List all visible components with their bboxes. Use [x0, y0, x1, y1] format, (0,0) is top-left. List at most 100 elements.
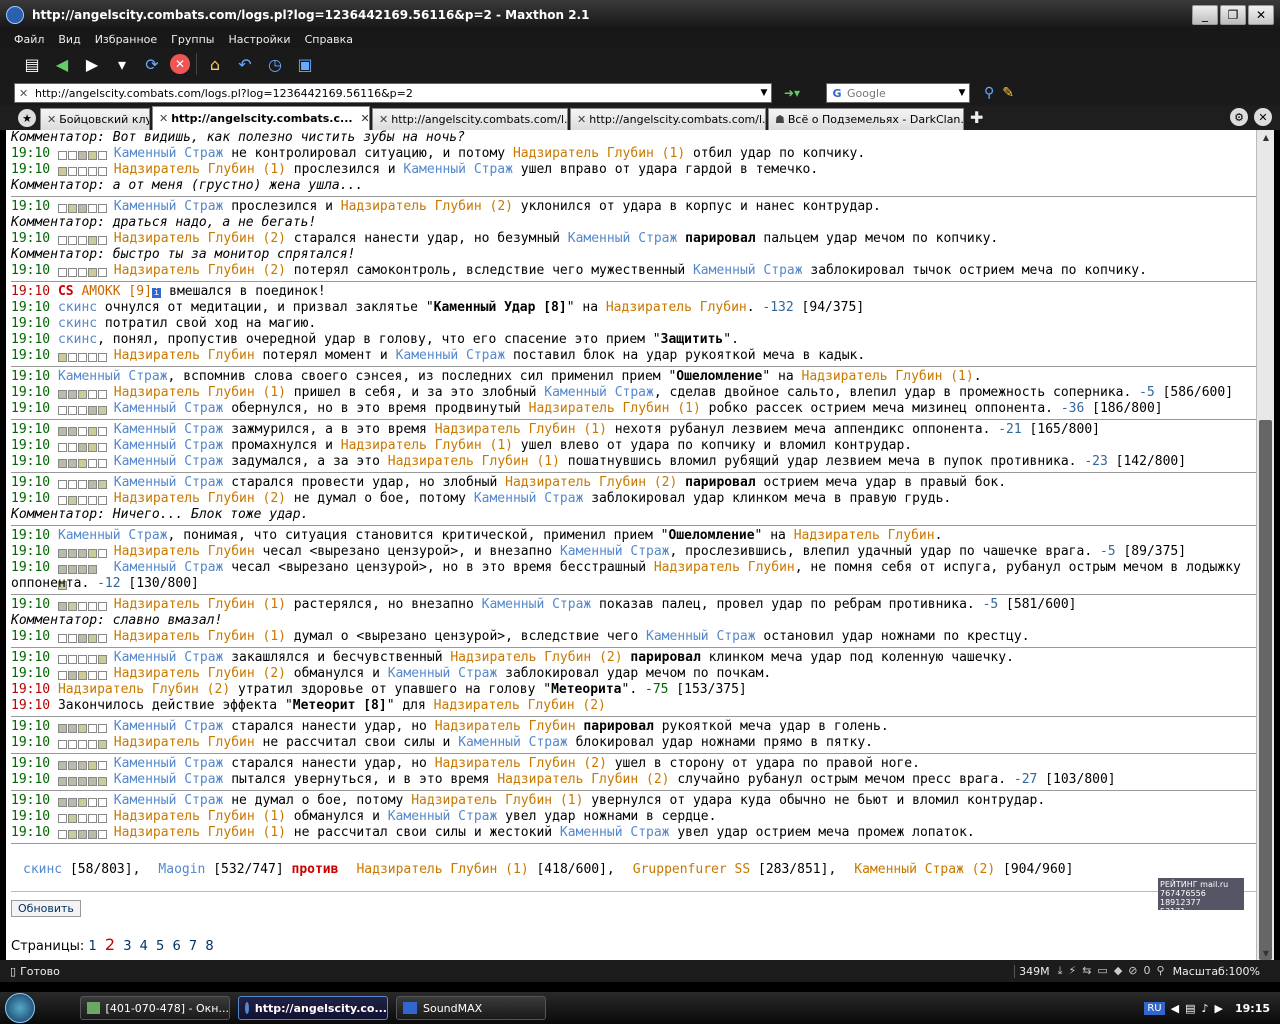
page-link[interactable]: 5 — [156, 939, 164, 954]
tab-fight-club[interactable]: ✕ Бойцовский клуб — [40, 108, 150, 130]
flash-icon[interactable]: ⚡ — [1068, 964, 1076, 978]
home-icon[interactable]: ⌂ — [203, 52, 227, 76]
tab-active-log[interactable]: ✕ http://angelscity.combats.c... ✕ — [152, 106, 370, 130]
close-button[interactable]: ✕ — [1248, 5, 1274, 25]
menu-favorites[interactable]: Избранное — [95, 33, 157, 46]
hit-zones-icon — [57, 234, 107, 245]
undo-icon[interactable]: ↶ — [233, 52, 257, 76]
start-button[interactable] — [0, 992, 40, 1024]
folder-icon[interactable]: ▭ — [1097, 964, 1107, 978]
search-box[interactable]: G Google ▼ — [826, 83, 970, 103]
scroll-up-icon[interactable]: ▲ — [1257, 130, 1275, 144]
hit-zones-icon — [57, 775, 107, 786]
log-line: 19:10 Каменный Страж закашлялся и бесчув… — [11, 650, 1014, 665]
taskbar: [401-070-478] - Окн... http://angelscity… — [0, 992, 1280, 1024]
page-link[interactable]: 4 — [140, 939, 148, 954]
page-link[interactable]: 1 — [88, 939, 96, 954]
enemy-link[interactable]: Каменный Страж (2) — [854, 862, 995, 877]
tray-arrow-icon[interactable]: ◀ — [1171, 1002, 1179, 1015]
stop-icon[interactable]: ✕ — [170, 54, 190, 74]
refresh-icon[interactable]: ⟳ — [140, 52, 164, 76]
menu-groups[interactable]: Группы — [171, 33, 214, 46]
zoom-level[interactable]: Масштаб:100% — [1173, 965, 1260, 978]
address-bar[interactable]: ✕ http://angelscity.combats.com/logs.pl?… — [14, 83, 772, 103]
tab-darkclan[interactable]: ☗ Всё о Подземельях - DarkClan.Ru — [768, 108, 964, 130]
download-icon[interactable]: ⤓ — [1058, 964, 1063, 978]
hit-zones-icon — [57, 669, 107, 680]
vertical-scrollbar[interactable]: ▲ ▼ — [1256, 130, 1274, 960]
log-line: 19:10 Надзиратель Глубин (1) не рассчита… — [11, 825, 975, 840]
history-icon[interactable]: ◷ — [263, 52, 287, 76]
memory-usage: 349M — [1014, 964, 1050, 978]
maximize-button[interactable]: ❐ — [1220, 5, 1246, 25]
forward-icon[interactable]: ▶ — [80, 52, 104, 76]
log-line: 19:10 Каменный Страж пытался увернуться,… — [11, 772, 1116, 787]
mailru-rating-counter[interactable]: РЕЙТИНГ mail.ru 767476556 18912377 53171 — [1158, 878, 1244, 916]
page-link[interactable]: 6 — [172, 939, 180, 954]
scroll-thumb[interactable] — [1259, 420, 1272, 960]
tab-favicon: ☗ — [775, 113, 785, 126]
screen-icon[interactable]: ▣ — [293, 52, 317, 76]
network-icon[interactable]: ⇆ — [1082, 964, 1091, 978]
tab-log-2[interactable]: ✕ http://angelscity.combats.com/l... — [372, 108, 568, 130]
favorites-tab-icon[interactable]: ★ — [18, 109, 36, 127]
new-tab-icon[interactable]: ✚ — [970, 108, 983, 127]
close-tab-icon[interactable]: ✕ — [1254, 108, 1272, 126]
hit-zones-icon — [57, 351, 107, 362]
scroll-down-icon[interactable]: ▼ — [1257, 946, 1275, 960]
refresh-button[interactable]: Обновить — [11, 900, 81, 917]
search-dropdown-icon[interactable]: ▼ — [955, 88, 969, 98]
status-text: Готово — [20, 964, 60, 978]
go-icon[interactable]: ➜▾ — [784, 83, 812, 103]
enemy-link[interactable]: Gruppenfurer SS — [633, 862, 750, 877]
dropdown-icon[interactable]: ▾ — [110, 52, 134, 76]
tray-media-icon[interactable]: ▶ — [1215, 1002, 1223, 1015]
plugin-icon[interactable]: ◆ — [1114, 964, 1122, 978]
status-bar: ▯ Готово 349M ⤓ ⚡ ⇆ ▭ ◆ ⊘ 0 ⚲ Масштаб:10… — [0, 960, 1280, 982]
popup-blocker-icon[interactable]: ⊘ — [1128, 964, 1137, 978]
team-member-link[interactable]: Maogin — [158, 862, 205, 877]
page-link[interactable]: 3 — [123, 939, 131, 954]
hit-zones-icon — [57, 759, 107, 770]
log-line: 19:10 скинс очнулся от медитации, и приз… — [11, 300, 865, 315]
hit-zones-icon — [57, 738, 107, 749]
enemy-link[interactable]: Надзиратель Глубин (1) — [356, 862, 528, 877]
back-icon[interactable]: ◀ — [50, 52, 74, 76]
tray-volume-icon[interactable]: ♪ — [1201, 1002, 1208, 1015]
language-indicator[interactable]: RU — [1144, 1001, 1165, 1015]
menu-help[interactable]: Справка — [305, 33, 353, 46]
menu-file[interactable]: Файл — [14, 33, 44, 46]
taskbar-item-browser[interactable]: http://angelscity.co... — [238, 996, 388, 1020]
taskbar-item-chat[interactable]: [401-070-478] - Окн... — [80, 996, 230, 1020]
address-text: http://angelscity.combats.com/logs.pl?lo… — [35, 86, 413, 100]
menu-view[interactable]: Вид — [58, 33, 80, 46]
hit-zones-icon — [57, 547, 107, 558]
menu-settings[interactable]: Настройки — [228, 33, 290, 46]
log-line: 19:10 Каменный Страж прослезился и Надзи… — [11, 199, 881, 214]
title-bar: http://angelscity.combats.com/logs.pl?lo… — [0, 0, 1280, 30]
new-page-icon[interactable]: ▤ — [20, 52, 44, 76]
commentator-line: Комментатор: славно вмазал! — [11, 613, 223, 628]
soundmax-icon — [403, 1002, 417, 1014]
log-line: 19:10 Надзиратель Глубин (2) старался на… — [11, 231, 999, 246]
log-line: 19:10 Надзиратель Глубин (2) обманулся и… — [11, 666, 772, 681]
log-line: 19:10 Надзиратель Глубин не рассчитал св… — [11, 735, 874, 750]
search-icon[interactable]: ⚲ — [984, 85, 994, 101]
page-link[interactable]: 8 — [205, 939, 213, 954]
minimize-button[interactable]: _ — [1192, 5, 1218, 25]
system-tray: RU ◀ ▤ ♪ ▶ 19:15 — [1144, 1001, 1280, 1015]
highlight-icon[interactable]: ✎ — [1002, 85, 1014, 101]
tools-icon[interactable]: ⚙ — [1230, 108, 1248, 126]
tray-network-icon[interactable]: ▤ — [1185, 1002, 1195, 1015]
tab-close-icon[interactable]: ✕ — [361, 112, 369, 125]
address-dropdown-icon[interactable]: ▼ — [757, 88, 771, 98]
window-icon — [87, 1002, 100, 1014]
tab-favicon: ✕ — [159, 112, 169, 125]
page-link[interactable]: 7 — [189, 939, 197, 954]
hit-zones-icon — [57, 165, 107, 176]
tab-log-3[interactable]: ✕ http://angelscity.combats.com/l... — [570, 108, 766, 130]
hit-zones-icon — [57, 478, 107, 489]
browser-icon — [245, 1002, 249, 1014]
taskbar-item-soundmax[interactable]: SoundMAX — [396, 996, 546, 1020]
team-member-link[interactable]: скинс — [23, 862, 62, 877]
